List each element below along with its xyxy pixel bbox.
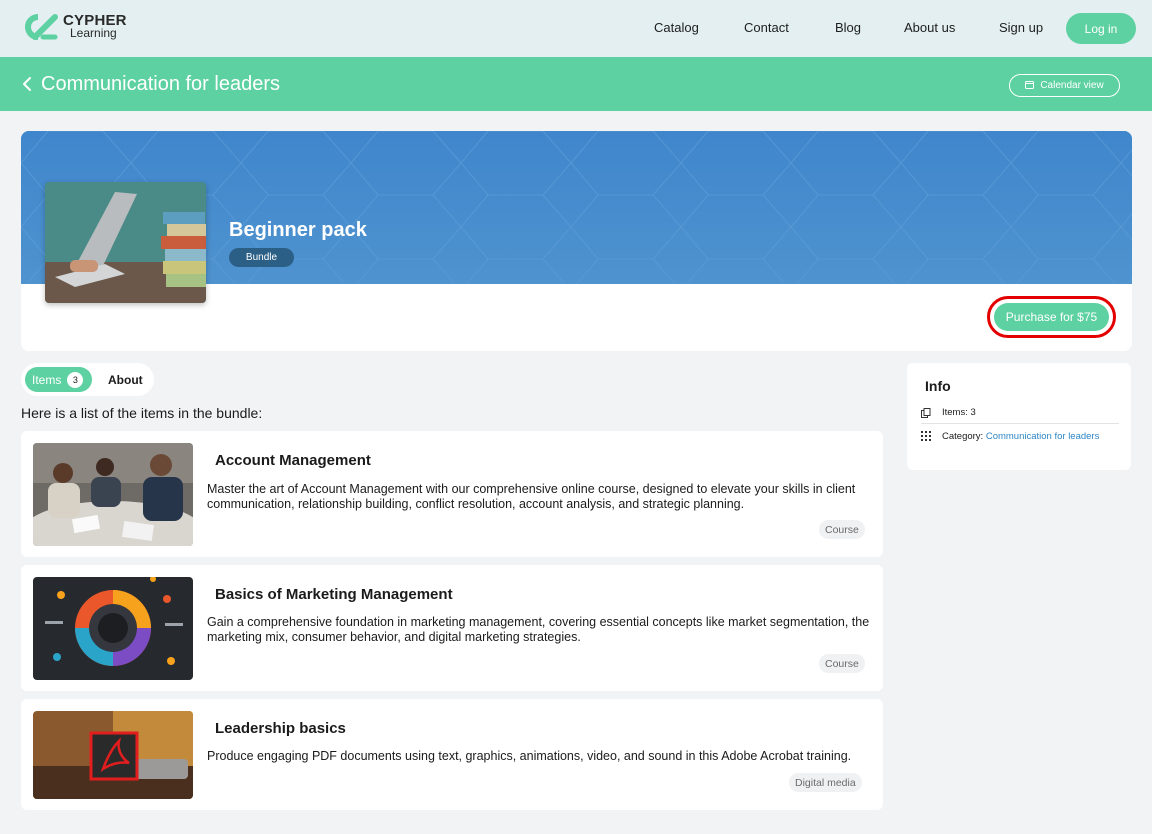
item-type-badge: Course xyxy=(819,520,865,539)
calendar-view-label: Calendar view xyxy=(1040,80,1104,91)
tab-items-label: Items xyxy=(32,372,62,387)
nav-contact[interactable]: Contact xyxy=(744,20,789,35)
grid-icon xyxy=(921,431,931,441)
nav-sign-up[interactable]: Sign up xyxy=(999,20,1043,35)
item-thumbnail-image xyxy=(33,577,193,680)
tab-items[interactable]: Items 3 xyxy=(25,367,92,392)
chevron-left-icon[interactable] xyxy=(21,77,33,91)
item-title[interactable]: Leadership basics xyxy=(215,720,346,737)
category-link[interactable]: Communication for leaders xyxy=(986,431,1100,442)
top-navbar: CYPHER Learning Catalog Contact Blog Abo… xyxy=(0,0,1152,57)
nav-catalog[interactable]: Catalog xyxy=(654,20,699,35)
item-description: Master the art of Account Management wit… xyxy=(207,482,856,511)
item-thumbnail-image xyxy=(33,443,193,546)
items-count-badge: 3 xyxy=(67,371,84,388)
item-thumbnail-image xyxy=(33,711,193,799)
item-type-badge: Digital media xyxy=(789,773,862,792)
info-items-text: Items: 3 xyxy=(942,407,976,418)
page-title: Communication for leaders xyxy=(41,73,280,95)
bundle-tabs: Items 3 About xyxy=(21,363,154,396)
item-description: Gain a comprehensive foundation in marke… xyxy=(207,615,870,644)
item-type-badge: Course xyxy=(819,654,865,673)
item-title[interactable]: Basics of Marketing Management xyxy=(215,586,453,603)
item-title[interactable]: Account Management xyxy=(215,452,371,469)
bundle-hero-card: Beginner pack Bundle Purchase for $75 xyxy=(21,131,1132,351)
info-divider xyxy=(921,423,1119,424)
bundle-item-card[interactable]: Account Management Master the art of Acc… xyxy=(21,431,883,557)
tab-about[interactable]: About xyxy=(108,373,143,387)
page-header: Communication for leaders Calendar view xyxy=(0,57,1152,111)
nav-blog[interactable]: Blog xyxy=(835,20,861,35)
bundle-item-card[interactable]: Basics of Marketing Management Gain a co… xyxy=(21,565,883,691)
info-category-label: Category: xyxy=(942,431,984,442)
list-intro-text: Here is a list of the items in the bundl… xyxy=(21,405,263,421)
bundle-item-card[interactable]: Leadership basics Produce engaging PDF d… xyxy=(21,699,883,810)
info-panel: Info Items: 3 Category: Communication fo… xyxy=(907,363,1131,470)
bundle-type-badge: Bundle xyxy=(229,248,294,267)
info-category-row: Category: Communication for leaders xyxy=(921,430,1112,444)
bundle-thumbnail-image xyxy=(45,182,206,303)
purchase-button[interactable]: Purchase for $75 xyxy=(994,303,1109,331)
copy-icon xyxy=(921,408,931,418)
nav-about-us[interactable]: About us xyxy=(904,20,955,35)
calendar-view-button[interactable]: Calendar view xyxy=(1009,74,1120,97)
bundle-title: Beginner pack xyxy=(229,219,367,241)
calendar-icon xyxy=(1025,80,1035,92)
info-items-row: Items: 3 xyxy=(921,407,976,418)
login-button[interactable]: Log in xyxy=(1066,13,1136,44)
item-description: Produce engaging PDF documents using tex… xyxy=(207,749,852,763)
info-title: Info xyxy=(925,378,951,394)
